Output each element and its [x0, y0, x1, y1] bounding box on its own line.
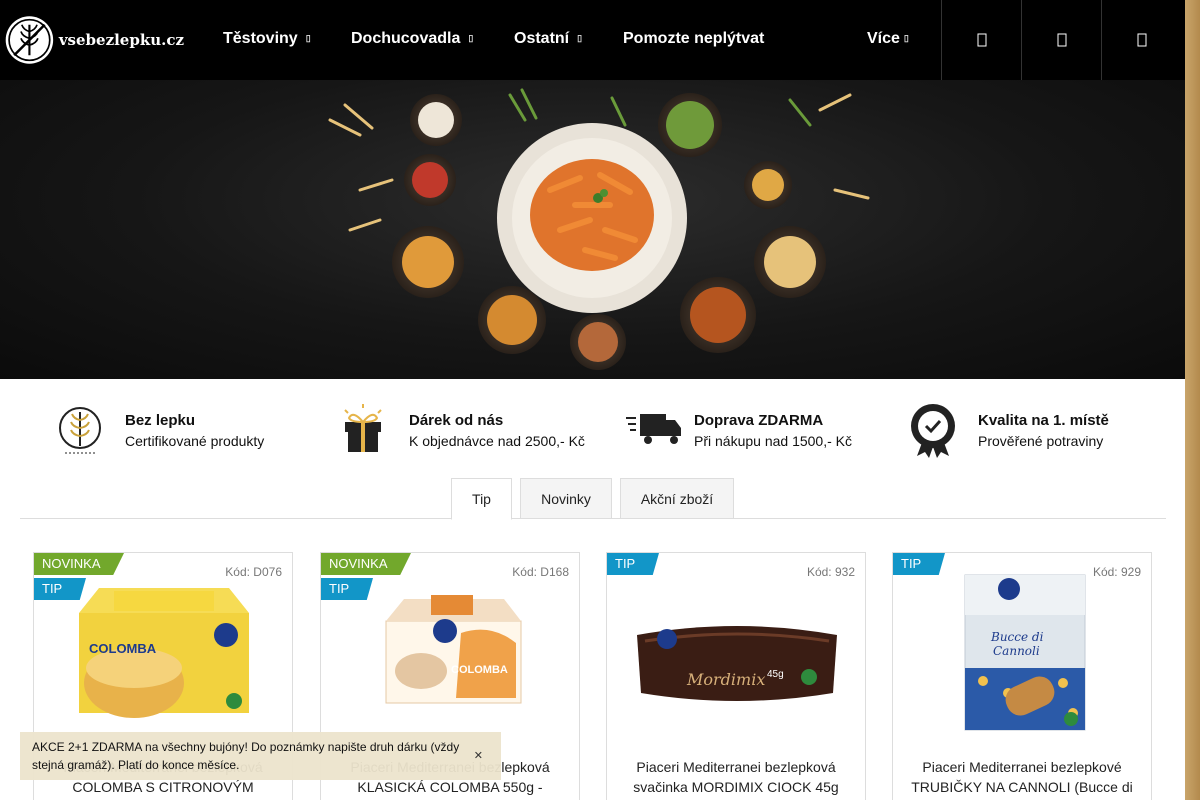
quality-medal-icon: [911, 404, 955, 458]
chevron-down-icon: ▯: [305, 33, 311, 44]
logo-text: vsebezlepku.cz: [58, 31, 184, 49]
benefit-title: Kvalita na 1. místě: [978, 412, 1109, 429]
user-icon: [1057, 33, 1066, 47]
delivery-truck-icon: [626, 414, 681, 444]
benefit-text: Při nákupu nad 1500,- Kč: [694, 433, 852, 449]
benefit-title: Bez lepku: [125, 412, 196, 429]
svg-text:Bucce di: Bucce di: [990, 630, 1044, 644]
nav-label: Dochucovadla: [351, 30, 461, 47]
page-edge: [1185, 0, 1200, 800]
svg-text:45g: 45g: [767, 669, 784, 680]
chevron-down-icon: ▯: [903, 33, 909, 44]
svg-text:COLOMBA: COLOMBA: [451, 664, 508, 676]
svg-text:COLOMBA: COLOMBA: [89, 641, 157, 656]
product-image[interactable]: COLOMBA: [341, 573, 561, 743]
tab-akcni-zbozi[interactable]: Akční zboží: [620, 478, 734, 519]
site-header: vsebezlepku.cz Těstoviny ▯ Dochucovadla ▯ …: [0, 0, 1185, 80]
benefit-text: K objednávce nad 2500,- Kč: [409, 433, 585, 449]
site-logo[interactable]: vsebezlepku.cz: [4, 9, 184, 71]
product-card[interactable]: TIP Kód: 932 Mordimix 45g Piaceri Medite…: [606, 552, 866, 800]
badge-novinka: NOVINKA: [321, 553, 411, 575]
product-name[interactable]: Piaceri Mediterranei bezlepková svačinka…: [617, 757, 855, 797]
benefit-title: Dárek od nás: [409, 412, 504, 429]
svg-text:Mordimix: Mordimix: [686, 670, 765, 689]
nav-vice[interactable]: Více ▯: [867, 30, 909, 48]
search-button[interactable]: [941, 0, 1021, 80]
chevron-down-icon: ▯: [468, 33, 474, 44]
account-button[interactable]: [1021, 0, 1101, 80]
benefit-text: Prověřené potraviny: [978, 433, 1104, 449]
badge-novinka: NOVINKA: [34, 553, 124, 575]
wheat-free-icon: [59, 407, 101, 454]
chevron-down-icon: ▯: [577, 33, 583, 44]
product-name[interactable]: Piaceri Mediterranei bezlepkové TRUBIČKY…: [903, 757, 1141, 800]
gluten-free-logo-icon: [5, 16, 54, 64]
nav-label: Více: [867, 30, 900, 47]
nav-dochucovadla[interactable]: Dochucovadla ▯: [351, 30, 473, 48]
nav-label: Pomozte neplýtvat: [623, 30, 765, 47]
close-icon[interactable]: ✕: [474, 747, 483, 765]
benefit-title: Doprava ZDARMA: [694, 412, 824, 429]
nav-label: Těstoviny: [223, 30, 298, 47]
svg-text:Cannoli: Cannoli: [993, 644, 1040, 658]
product-image[interactable]: COLOMBA: [54, 573, 274, 743]
promo-notice-text: AKCE 2+1 ZDARMA na všechny bujóny! Do po…: [32, 740, 460, 772]
cart-icon: [1137, 33, 1146, 47]
product-card[interactable]: TIP Kód: 929 Bucce di Cannoli Piaceri Me…: [892, 552, 1152, 800]
gift-icon: [344, 404, 382, 452]
product-image[interactable]: Mordimix 45g: [627, 573, 847, 743]
nav-testoviny[interactable]: Těstoviny ▯: [223, 30, 311, 48]
pasta-banner-image: [328, 88, 870, 370]
cart-button[interactable]: [1101, 0, 1181, 80]
tab-novinky[interactable]: Novinky: [520, 478, 612, 519]
search-icon: [977, 33, 986, 47]
nav-ostatni[interactable]: Ostatní ▯: [514, 30, 582, 48]
promo-notice: AKCE 2+1 ZDARMA na všechny bujóny! Do po…: [20, 732, 501, 780]
badge-tip: TIP: [893, 553, 945, 575]
product-image[interactable]: Bucce di Cannoli: [913, 573, 1133, 743]
tab-tip[interactable]: Tip: [451, 478, 512, 520]
hero-banner[interactable]: [0, 80, 1185, 379]
benefit-text: Certifikované produkty: [125, 433, 265, 449]
nav-label: Ostatní: [514, 30, 570, 47]
nav-pomozte-neplytvat[interactable]: Pomozte neplýtvat: [623, 30, 764, 48]
badge-tip: TIP: [607, 553, 659, 575]
